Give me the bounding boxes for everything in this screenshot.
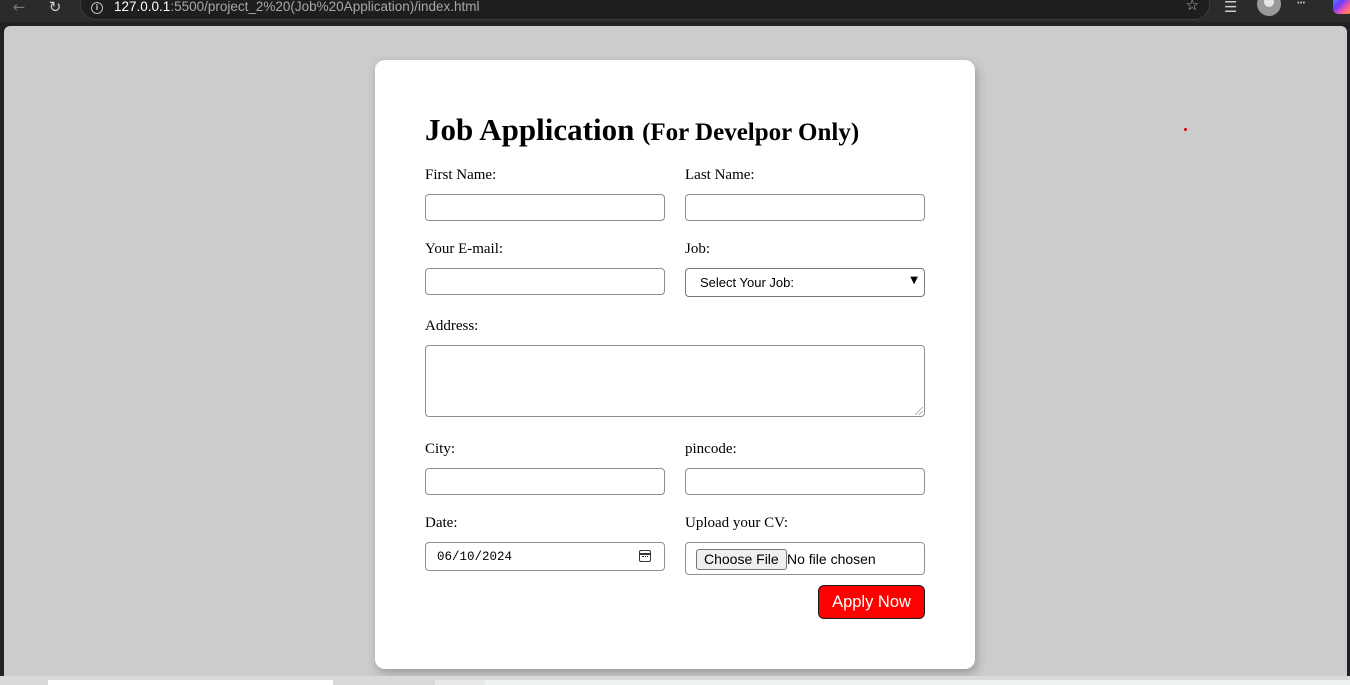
title-text: Job Application <box>425 112 635 147</box>
file-status-text: No file chosen <box>787 551 876 567</box>
taskbar-strip <box>0 676 1350 685</box>
email-label: Your E-mail: <box>425 241 504 257</box>
chevron-down-icon: ▼ <box>910 275 918 286</box>
cv-file-input[interactable]: Choose File No file chosen <box>685 542 925 575</box>
first-name-input[interactable] <box>425 194 665 221</box>
url-host: 127.0.0.1 <box>114 0 171 14</box>
date-input[interactable]: 06/10/2024 <box>425 542 665 571</box>
copilot-icon[interactable] <box>1333 0 1350 14</box>
date-label: Date: <box>425 515 458 531</box>
url-text[interactable]: 127.0.0.1:5500/project_2%20(Job%20Applic… <box>114 0 480 14</box>
email-input[interactable] <box>425 268 665 295</box>
cv-label: Upload your CV: <box>685 515 789 531</box>
taskbar-window[interactable] <box>48 680 333 685</box>
browser-toolbar: ← ↻ i 127.0.0.1:5500/project_2%20(Job%20… <box>0 0 1350 22</box>
calendar-icon[interactable] <box>639 550 651 562</box>
red-dot <box>1184 128 1187 131</box>
star-icon[interactable]: ☆ <box>1186 0 1199 13</box>
taskbar-window[interactable] <box>435 680 485 685</box>
city-input[interactable] <box>425 468 665 495</box>
job-label: Job: <box>685 241 711 257</box>
url-path: :5500/project_2%20(Job%20Application)/in… <box>170 0 480 14</box>
reading-list-icon[interactable]: ☰ <box>1224 0 1237 16</box>
job-application-form: Job Application (For Develpor Only) Firs… <box>375 60 975 669</box>
taskbar-window[interactable] <box>485 680 1350 685</box>
page-viewport: Job Application (For Develpor Only) Firs… <box>4 26 1347 676</box>
last-name-input[interactable] <box>685 194 925 221</box>
title-subtitle: (For Develpor Only) <box>642 119 860 146</box>
profile-avatar-icon[interactable] <box>1257 0 1281 16</box>
city-label: City: <box>425 441 456 457</box>
pincode-label: pincode: <box>685 441 737 457</box>
address-bar[interactable]: i 127.0.0.1:5500/project_2%20(Job%20Appl… <box>80 0 1210 20</box>
job-select[interactable]: Select Your Job: ▼ <box>685 268 925 297</box>
page-title: Job Application (For Develpor Only) <box>425 112 859 148</box>
pincode-input[interactable] <box>685 468 925 495</box>
resize-handle-icon[interactable] <box>915 407 923 415</box>
address-label: Address: <box>425 318 479 334</box>
date-value: 06/10/2024 <box>437 550 513 564</box>
job-select-value: Select Your Job: <box>700 275 794 290</box>
info-icon[interactable]: i <box>91 2 103 14</box>
address-textarea[interactable] <box>425 345 925 417</box>
first-name-label: First Name: <box>425 167 497 183</box>
last-name-label: Last Name: <box>685 167 755 183</box>
choose-file-button[interactable]: Choose File <box>696 549 787 570</box>
more-menu-icon[interactable]: ··· <box>1296 0 1306 12</box>
back-arrow-icon[interactable]: ← <box>8 0 30 16</box>
reload-icon[interactable]: ↻ <box>44 0 66 16</box>
apply-now-button[interactable]: Apply Now <box>818 585 925 619</box>
